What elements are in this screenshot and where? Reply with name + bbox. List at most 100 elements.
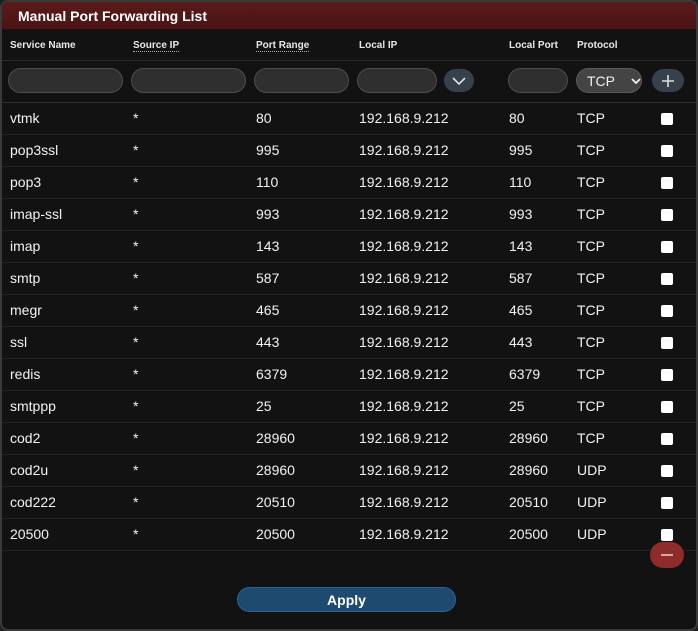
- table-row: smtppp * 25 192.168.9.212 25 TCP: [2, 391, 696, 423]
- table-row: pop3ssl * 995 192.168.9.212 995 TCP: [2, 135, 696, 167]
- local-port-cell: 110: [509, 174, 532, 190]
- protocol-select-value: TCP: [587, 72, 615, 89]
- service-name-cell: imap-ssl: [10, 206, 63, 222]
- local-ip-cell: 192.168.9.212: [359, 430, 449, 446]
- header-local-port: Local Port: [509, 40, 558, 51]
- service-name-cell: smtppp: [10, 398, 56, 414]
- port-range-cell: 20500: [256, 526, 295, 542]
- row-select-checkbox[interactable]: [661, 433, 673, 445]
- local-ip-cell: 192.168.9.212: [359, 398, 449, 414]
- device-list-button[interactable]: [444, 69, 474, 92]
- new-rule-row: TCP: [2, 62, 696, 103]
- service-name-cell: cod2: [10, 430, 41, 446]
- protocol-cell: TCP: [577, 302, 605, 318]
- minus-icon: [661, 554, 673, 556]
- row-select-checkbox[interactable]: [661, 401, 673, 413]
- protocol-cell: TCP: [577, 206, 605, 222]
- protocol-cell: UDP: [577, 462, 607, 478]
- local-port-input[interactable]: [508, 68, 568, 93]
- apply-button[interactable]: Apply: [237, 587, 456, 612]
- add-rule-button[interactable]: [652, 69, 684, 92]
- port-range-cell: 110: [256, 174, 279, 190]
- local-port-cell: 20510: [509, 494, 548, 510]
- protocol-select[interactable]: TCP: [576, 68, 642, 93]
- port-range-input[interactable]: [254, 68, 349, 93]
- row-select-checkbox[interactable]: [661, 465, 673, 477]
- rules-list: vtmk * 80 192.168.9.212 80 TCP pop3ssl * 995 192.…: [2, 103, 696, 551]
- source-ip-cell: *: [133, 430, 139, 446]
- protocol-cell: TCP: [577, 110, 605, 126]
- row-select-checkbox[interactable]: [661, 209, 673, 221]
- row-select-checkbox[interactable]: [661, 177, 673, 189]
- service-name-cell: pop3ssl: [10, 142, 59, 158]
- table-row: vtmk * 80 192.168.9.212 80 TCP: [2, 103, 696, 135]
- local-port-cell: 6379: [509, 366, 541, 382]
- source-ip-cell: *: [133, 142, 139, 158]
- port-range-cell: 28960: [256, 462, 295, 478]
- local-port-cell: 28960: [509, 462, 548, 478]
- port-range-cell: 995: [256, 142, 280, 158]
- table-row: smtp * 587 192.168.9.212 587 TCP: [2, 263, 696, 295]
- row-select-checkbox[interactable]: [661, 113, 673, 125]
- port-range-cell: 443: [256, 334, 280, 350]
- local-port-cell: 80: [509, 110, 525, 126]
- source-ip-cell: *: [133, 462, 139, 478]
- row-select-checkbox[interactable]: [661, 337, 673, 349]
- local-port-cell: 28960: [509, 430, 548, 446]
- port-range-cell: 587: [256, 270, 280, 286]
- port-range-cell: 6379: [256, 366, 288, 382]
- header-local-ip: Local IP: [359, 40, 398, 51]
- table-row: megr * 465 192.168.9.212 465 TCP: [2, 295, 696, 327]
- service-name-cell: 20500: [10, 526, 49, 542]
- source-ip-input[interactable]: [131, 68, 246, 93]
- local-ip-cell: 192.168.9.212: [359, 270, 449, 286]
- row-select-checkbox[interactable]: [661, 241, 673, 253]
- service-name-input[interactable]: [8, 68, 123, 93]
- protocol-cell: UDP: [577, 494, 607, 510]
- source-ip-cell: *: [133, 494, 139, 510]
- service-name-cell: ssl: [10, 334, 28, 350]
- row-select-checkbox[interactable]: [661, 497, 673, 509]
- local-ip-cell: 192.168.9.212: [359, 174, 449, 190]
- protocol-cell: TCP: [577, 238, 605, 254]
- local-ip-cell: 192.168.9.212: [359, 110, 449, 126]
- local-port-cell: 20500: [509, 526, 548, 542]
- delete-rule-button[interactable]: [650, 542, 684, 568]
- source-ip-cell: *: [133, 206, 139, 222]
- table-row: cod222 * 20510 192.168.9.212 20510 UDP: [2, 487, 696, 519]
- port-forwarding-panel: Manual Port Forwarding List Service Name…: [0, 0, 698, 631]
- port-range-cell: 20510: [256, 494, 295, 510]
- table-row: redis * 6379 192.168.9.212 6379 TCP: [2, 359, 696, 391]
- protocol-cell: TCP: [577, 398, 605, 414]
- port-range-cell: 993: [256, 206, 280, 222]
- local-ip-cell: 192.168.9.212: [359, 334, 449, 350]
- source-ip-cell: *: [133, 270, 139, 286]
- table-row: pop3 * 110 192.168.9.212 110 TCP: [2, 167, 696, 199]
- row-select-checkbox[interactable]: [661, 305, 673, 317]
- table-row: cod2u * 28960 192.168.9.212 28960 UDP: [2, 455, 696, 487]
- local-port-cell: 587: [509, 270, 533, 286]
- service-name-cell: cod222: [10, 494, 56, 510]
- local-ip-cell: 192.168.9.212: [359, 142, 449, 158]
- local-ip-cell: 192.168.9.212: [359, 238, 449, 254]
- source-ip-cell: *: [133, 238, 139, 254]
- local-port-cell: 993: [509, 206, 533, 222]
- service-name-cell: smtp: [10, 270, 41, 286]
- row-select-checkbox[interactable]: [661, 145, 673, 157]
- table-header: Service Name Source IP Port Range Local …: [2, 30, 696, 61]
- source-ip-cell: *: [133, 526, 139, 542]
- local-ip-input[interactable]: [357, 68, 437, 93]
- service-name-cell: imap: [10, 238, 41, 254]
- local-ip-cell: 192.168.9.212: [359, 366, 449, 382]
- local-port-cell: 443: [509, 334, 533, 350]
- row-select-checkbox[interactable]: [661, 273, 673, 285]
- port-range-cell: 80: [256, 110, 272, 126]
- row-select-checkbox[interactable]: [661, 369, 673, 381]
- table-row: cod2 * 28960 192.168.9.212 28960 TCP: [2, 423, 696, 455]
- protocol-cell: TCP: [577, 430, 605, 446]
- local-ip-cell: 192.168.9.212: [359, 526, 449, 542]
- header-source-ip: Source IP: [133, 40, 180, 52]
- row-select-checkbox[interactable]: [661, 529, 673, 541]
- protocol-cell: TCP: [577, 142, 605, 158]
- service-name-cell: pop3: [10, 174, 42, 190]
